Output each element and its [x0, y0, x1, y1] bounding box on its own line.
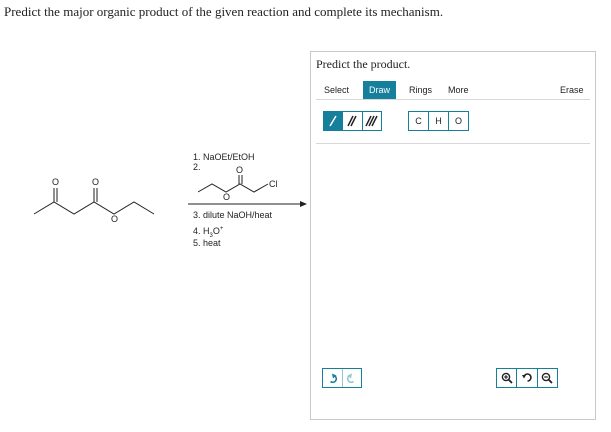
condition-step-1: 1. NaOEt/EtOH — [193, 152, 255, 162]
undo-icon — [330, 373, 338, 384]
triple-bond-icon — [365, 115, 378, 127]
condition-step-3: 3. dilute NaOH/heat — [193, 210, 273, 220]
zoom-controls — [496, 368, 558, 388]
reset-view-icon — [521, 373, 532, 382]
reagent-chlorine: Cl — [269, 179, 278, 189]
zoom-out-icon — [542, 372, 553, 384]
double-bond-button[interactable] — [342, 112, 361, 130]
hydrogen-atom-button[interactable]: H — [428, 112, 448, 130]
drawing-panel: Predict the product. Select Draw Rings M… — [310, 51, 596, 420]
single-bond-button[interactable] — [324, 112, 343, 130]
tab-draw[interactable]: Draw — [363, 81, 397, 99]
condition-step-4-prefix: 4. H — [193, 226, 210, 236]
tab-rings[interactable]: Rings — [409, 81, 432, 99]
undo-button[interactable] — [323, 369, 342, 387]
zoom-reset-button[interactable] — [516, 369, 536, 387]
reactant-ester-carbonyl-oxygen: O — [92, 177, 99, 187]
history-controls — [322, 368, 362, 388]
reactant-ester-oxygen: O — [111, 214, 118, 224]
bond-tools — [323, 111, 382, 131]
reagent-carbonyl-oxygen: O — [236, 165, 243, 175]
condition-step-5: 5. heat — [193, 238, 221, 248]
tab-select[interactable]: Select — [324, 81, 349, 99]
tab-more[interactable]: More — [448, 81, 469, 99]
zoom-out-button[interactable] — [536, 369, 557, 387]
zoom-in-icon — [501, 372, 513, 384]
reaction-structures: O O O O O Cl — [33, 165, 307, 224]
triple-bond-button[interactable] — [361, 112, 381, 130]
panel-title: Predict the product. — [316, 57, 411, 71]
redo-button[interactable] — [341, 369, 362, 387]
zoom-in-button[interactable] — [497, 369, 516, 387]
condition-step-2: 2. — [193, 162, 201, 172]
reagent-ester-oxygen: O — [223, 192, 230, 202]
condition-step-4-superscript: + — [219, 226, 224, 232]
double-bond-icon — [347, 115, 358, 127]
reaction-arrow-head — [300, 201, 307, 207]
atom-tools: C H O — [408, 111, 469, 131]
condition-step-4-main: O — [212, 226, 220, 236]
mode-toolbar: Select Draw Rings More Erase — [316, 77, 590, 100]
reactant-molecule — [33, 188, 155, 215]
single-bond-icon — [329, 115, 337, 127]
reagent-molecule — [197, 175, 269, 193]
draw-tools: C H O — [316, 107, 590, 144]
oxygen-atom-button[interactable]: O — [448, 112, 468, 130]
carbon-atom-button[interactable]: C — [409, 112, 428, 130]
question-text: Predict the major organic product of the… — [4, 4, 444, 19]
erase-button[interactable]: Erase — [560, 81, 584, 99]
reaction-scheme: O O O O O Cl 1. NaOEt/EtOH 2. 3. dilute … — [28, 148, 308, 256]
reactant-ketone-oxygen: O — [52, 177, 59, 187]
redo-icon — [346, 373, 354, 384]
